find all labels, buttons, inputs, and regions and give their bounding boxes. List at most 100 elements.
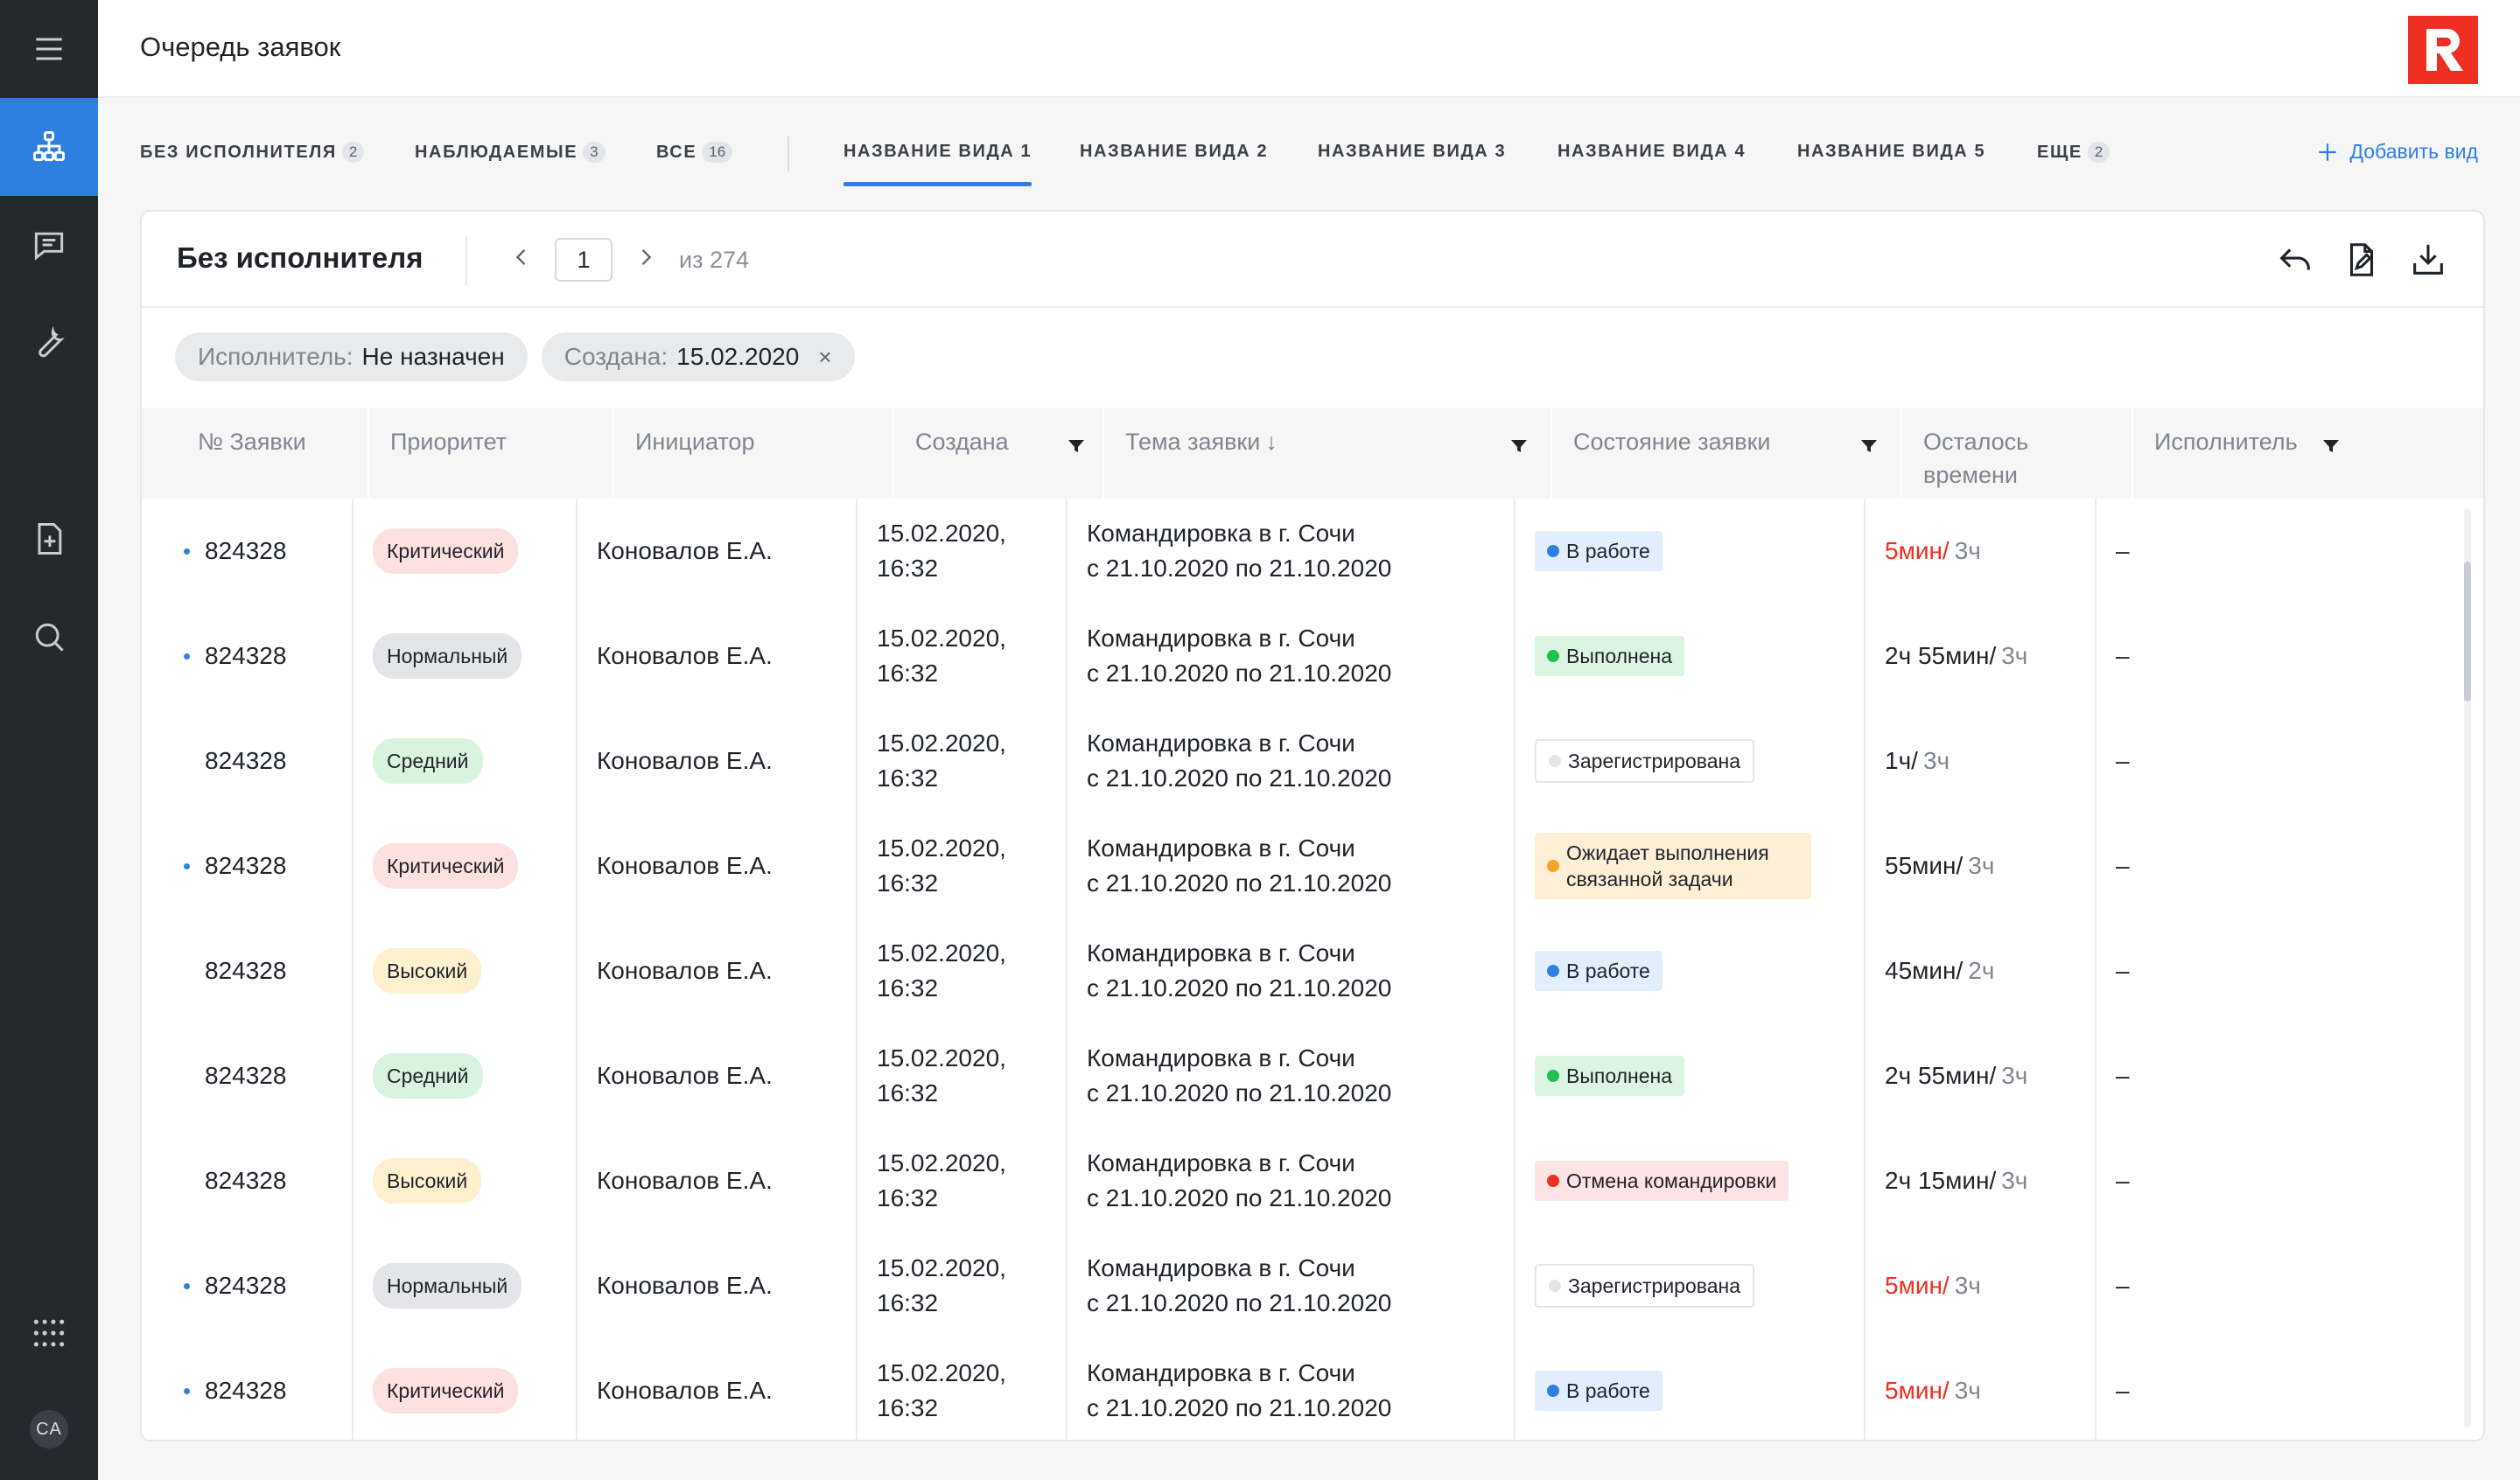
status-label: Выполнена (1566, 1065, 1673, 1087)
tab-label: ЕЩЕ (2037, 142, 2082, 162)
tab-divider (788, 136, 789, 171)
page-title: Очередь заявок (140, 31, 341, 62)
tab-view-2[interactable]: НАЗВАНИЕ ВИДА 2 (1080, 142, 1268, 162)
table-row[interactable]: 824328 Критический Коновалов Е.А. 15.02.202… (142, 1338, 2483, 1440)
view-tabs: БЕЗ ИСПОЛНИТЕЛЯ 2 НАБЛЮДАЕМЫЕ 3 ВСЕ 16 НАЗВ… (98, 98, 2520, 208)
column-header-number[interactable]: № Заявки (142, 408, 369, 499)
tab-label: НАЗВАНИЕ ВИДА 5 (1797, 142, 1986, 161)
tab-more[interactable]: ЕЩЕ 2 (2037, 142, 2110, 163)
time-total: 3ч (1922, 747, 1950, 774)
avatar[interactable]: CA (30, 1410, 68, 1449)
tab-view-1[interactable]: НАЗВАНИЕ ВИДА 1 (844, 142, 1032, 186)
sidebar-item-search[interactable] (0, 588, 98, 686)
cell-assignee: – (2116, 1023, 2448, 1128)
request-number-link[interactable]: 824328 (198, 848, 286, 883)
table-row[interactable]: 824328 Высокий Коновалов Е.А. 15.02.2020, 1… (142, 918, 2483, 1023)
brand-logo[interactable] (2408, 16, 2478, 84)
filter-chip-assignee[interactable]: Исполнитель: Не назначен (175, 332, 528, 381)
column-header-priority[interactable]: Приоритет (369, 408, 614, 499)
sidebar-item-queue[interactable] (0, 98, 98, 196)
initiator-name: Коновалов Е.А. (597, 537, 773, 564)
column-label: Создана (915, 429, 1009, 455)
request-number-link[interactable]: 824328 (198, 953, 286, 988)
download-button[interactable] (2408, 240, 2448, 284)
request-number-link[interactable]: 824328 (198, 1163, 286, 1198)
cell-priority: Нормальный (373, 604, 576, 709)
tab-label: НАЗВАНИЕ ВИДА 2 (1080, 142, 1269, 161)
scrollbar-thumb[interactable] (2464, 562, 2471, 702)
unread-dot (184, 862, 190, 869)
hierarchy-icon (33, 131, 65, 162)
priority-badge: Средний (373, 738, 483, 784)
status-badge: В работе (1535, 1371, 1662, 1411)
cell-time-left: 5мин/3ч (1885, 1233, 2095, 1338)
request-number-link[interactable]: 824328 (198, 1268, 286, 1303)
table-row[interactable]: 824328 Высокий Коновалов Е.А. 15.02.2020, 1… (142, 1128, 2483, 1233)
tab-unassigned[interactable]: БЕЗ ИСПОЛНИТЕЛЯ 2 (140, 142, 365, 163)
table-row[interactable]: 824328 Критический Коновалов Е.А. 15.02.202… (142, 813, 2483, 918)
cell-number: 824328 (142, 813, 352, 918)
chevron-right-icon (641, 248, 652, 265)
undo-button[interactable] (2275, 240, 2315, 284)
edit-document-button[interactable] (2342, 240, 2382, 284)
tab-label: НАЗВАНИЕ ВИДА 1 (844, 142, 1032, 161)
column-header-created[interactable]: Создана (894, 408, 1104, 499)
table-row[interactable]: 824328 Средний Коновалов Е.А. 15.02.2020, 1… (142, 1023, 2483, 1128)
column-header-status[interactable]: Состояние заявки (1552, 408, 1902, 499)
table-row[interactable]: 824328 Нормальный Коновалов Е.А. 15.02.2020… (142, 1233, 2483, 1338)
card-actions (2275, 240, 2448, 284)
cell-time-left: 2ч 55мин/3ч (1885, 604, 2095, 709)
filter-icon[interactable] (1066, 432, 1087, 465)
tab-all[interactable]: ВСЕ 16 (656, 142, 733, 163)
column-header-initiator[interactable]: Инициатор (614, 408, 894, 499)
chip-value: 15.02.2020 (676, 343, 800, 370)
filter-icon[interactable] (1858, 432, 1880, 465)
table-row[interactable]: 824328 Критический Коновалов Е.А. 15.02.202… (142, 499, 2483, 604)
cell-status: Выполнена (1535, 1023, 1864, 1128)
sidebar-item-tools[interactable] (0, 294, 98, 392)
tab-view-4[interactable]: НАЗВАНИЕ ВИДА 4 (1558, 142, 1746, 162)
menu-button[interactable] (0, 0, 98, 98)
column-header-time-left[interactable]: Осталось времени (1902, 408, 2133, 499)
column-label: Осталось времени (1923, 429, 2029, 488)
cell-assignee: – (2116, 604, 2448, 709)
filter-chip-created[interactable]: Создана: 15.02.2020 × (541, 332, 855, 381)
remove-filter-icon[interactable]: × (818, 344, 831, 371)
request-number-link[interactable]: 824328 (198, 743, 286, 778)
cell-created: 15.02.2020, 16:32 (877, 918, 1066, 1023)
edit-document-icon (2349, 243, 2374, 276)
column-header-assignee[interactable]: Исполнитель (2133, 408, 2483, 499)
page-number-input[interactable]: 1 (555, 238, 612, 282)
request-number-link[interactable]: 824328 (198, 1373, 286, 1408)
column-header-topic[interactable]: Тема заявки ↓ (1104, 408, 1552, 499)
table-row[interactable]: 824328 Нормальный Коновалов Е.А. 15.02.2020… (142, 604, 2483, 709)
request-number-link[interactable]: 824328 (198, 1058, 286, 1093)
status-badge: В работе (1535, 951, 1662, 991)
tab-view-3[interactable]: НАЗВАНИЕ ВИДА 3 (1318, 142, 1506, 162)
request-number-link[interactable]: 824328 (198, 639, 286, 674)
sidebar-item-apps[interactable] (0, 1284, 98, 1382)
cell-time-left: 2ч 55мин/3ч (1885, 1023, 2095, 1128)
prev-page-button[interactable] (509, 245, 534, 276)
request-number-link[interactable]: 824328 (198, 534, 286, 569)
tab-count: 2 (2087, 142, 2110, 163)
priority-badge: Высокий (373, 1158, 482, 1204)
table-row[interactable]: 824328 Средний Коновалов Е.А. 15.02.2020, 1… (142, 709, 2483, 813)
sidebar-item-create[interactable] (0, 490, 98, 588)
unread-dot (184, 1282, 190, 1289)
cell-time-left: 55мин/3ч (1885, 813, 2095, 918)
unread-dot (184, 548, 190, 555)
sort-arrow-icon[interactable]: ↓ (1265, 429, 1278, 455)
filter-icon[interactable] (1508, 432, 1530, 465)
next-page-button[interactable] (634, 245, 658, 276)
cell-created: 15.02.2020, 16:32 (877, 1023, 1066, 1128)
filter-icon[interactable] (2320, 432, 2342, 465)
tab-watched[interactable]: НАБЛЮДАЕМЫЕ 3 (415, 142, 606, 163)
time-total: 3ч (2001, 1167, 2028, 1194)
created-date: 15.02.2020, 16:32 (877, 1254, 1006, 1316)
add-view-button[interactable]: Добавить вид (2316, 140, 2478, 164)
cell-status: В работе (1535, 918, 1864, 1023)
table-body: 824328 Критический Коновалов Е.А. 15.02.202… (142, 499, 2483, 1440)
tab-view-5[interactable]: НАЗВАНИЕ ВИДА 5 (1797, 142, 1985, 162)
sidebar-item-messages[interactable] (0, 196, 98, 294)
